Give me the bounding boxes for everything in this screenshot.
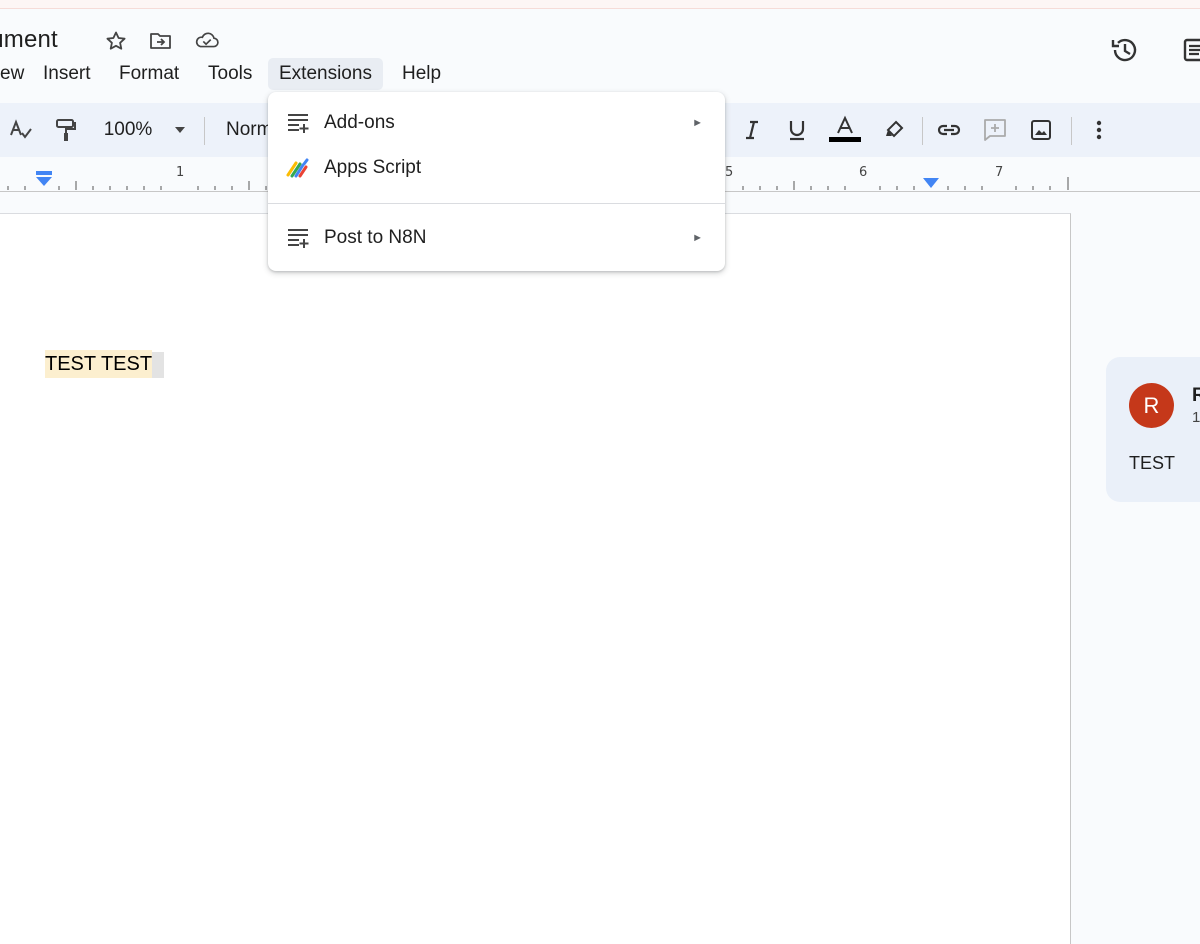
menu-view[interactable]: ew: [0, 58, 32, 90]
avatar: R: [1129, 383, 1174, 428]
menu-item-post-to-n8n[interactable]: Post to N8N ►: [268, 216, 725, 260]
menu-divider: [268, 203, 725, 204]
toolbar-divider: [204, 117, 205, 145]
submenu-arrow-icon: ►: [692, 232, 703, 244]
add-ons-icon: [288, 229, 309, 248]
menu-item-label: Post to N8N: [324, 227, 427, 248]
highlight-color-icon[interactable]: [880, 103, 908, 157]
toolbar-divider: [1071, 117, 1072, 145]
apps-script-icon: [286, 158, 309, 178]
text-color-icon[interactable]: [828, 103, 862, 157]
menu-insert[interactable]: Insert: [35, 58, 99, 90]
comment-timestamp: 1: [1192, 409, 1200, 426]
menu-extensions[interactable]: Extensions: [268, 58, 383, 90]
menu-format[interactable]: Format: [111, 58, 187, 90]
document-body-text[interactable]: TEST TEST: [45, 350, 165, 379]
first-line-indent-marker[interactable]: [35, 171, 53, 189]
comment-author: R: [1192, 385, 1200, 406]
cloud-saved-icon[interactable]: [194, 28, 220, 54]
submenu-arrow-icon: ►: [692, 117, 703, 129]
paragraph-style-select[interactable]: Norm: [226, 103, 272, 157]
ruler-number: 6: [859, 165, 868, 180]
menu-help[interactable]: Help: [394, 58, 449, 90]
insert-image-icon[interactable]: [1026, 103, 1056, 157]
underline-icon[interactable]: [783, 103, 811, 157]
paragraph-style-value: Norm: [226, 119, 273, 140]
add-comment-icon[interactable]: [980, 103, 1010, 157]
commented-text[interactable]: TEST TEST: [45, 350, 153, 379]
document-title[interactable]: cument: [0, 26, 58, 54]
zoom-select[interactable]: 100%: [98, 103, 158, 157]
text-cursor-selection: [152, 352, 165, 378]
menu-item-label: Add-ons: [324, 112, 395, 133]
menu-tools[interactable]: Tools: [200, 58, 260, 90]
move-to-folder-icon[interactable]: [148, 28, 174, 54]
comments-panel-icon[interactable]: [1172, 30, 1200, 70]
insert-link-icon[interactable]: [934, 103, 964, 157]
menu-item-label: Apps Script: [324, 157, 422, 178]
version-history-icon[interactable]: [1105, 30, 1145, 70]
comment-card[interactable]: R R 1 TEST: [1106, 357, 1200, 502]
spellcheck-icon[interactable]: [6, 103, 36, 157]
ruler-number: 1: [176, 165, 185, 180]
more-options-icon[interactable]: [1088, 103, 1110, 157]
ruler-number: 7: [995, 165, 1004, 180]
add-ons-icon: [288, 114, 309, 133]
toolbar-divider: [922, 117, 923, 145]
paint-format-icon[interactable]: [52, 103, 80, 157]
right-indent-marker[interactable]: [922, 177, 940, 191]
ruler-number: 5: [725, 165, 734, 180]
menu-item-add-ons[interactable]: Add-ons ►: [268, 101, 725, 145]
top-strip: [0, 0, 1200, 9]
comment-text: TEST: [1129, 453, 1176, 473]
italic-icon[interactable]: [738, 103, 766, 157]
star-icon[interactable]: [103, 28, 129, 54]
extensions-menu: Add-ons ► Apps Script Post to N8N ►: [268, 92, 725, 271]
zoom-dropdown-icon[interactable]: [170, 103, 190, 157]
menu-item-apps-script[interactable]: Apps Script: [268, 146, 725, 190]
zoom-value: 100%: [103, 119, 153, 140]
document-page[interactable]: TEST TEST: [0, 213, 1071, 944]
